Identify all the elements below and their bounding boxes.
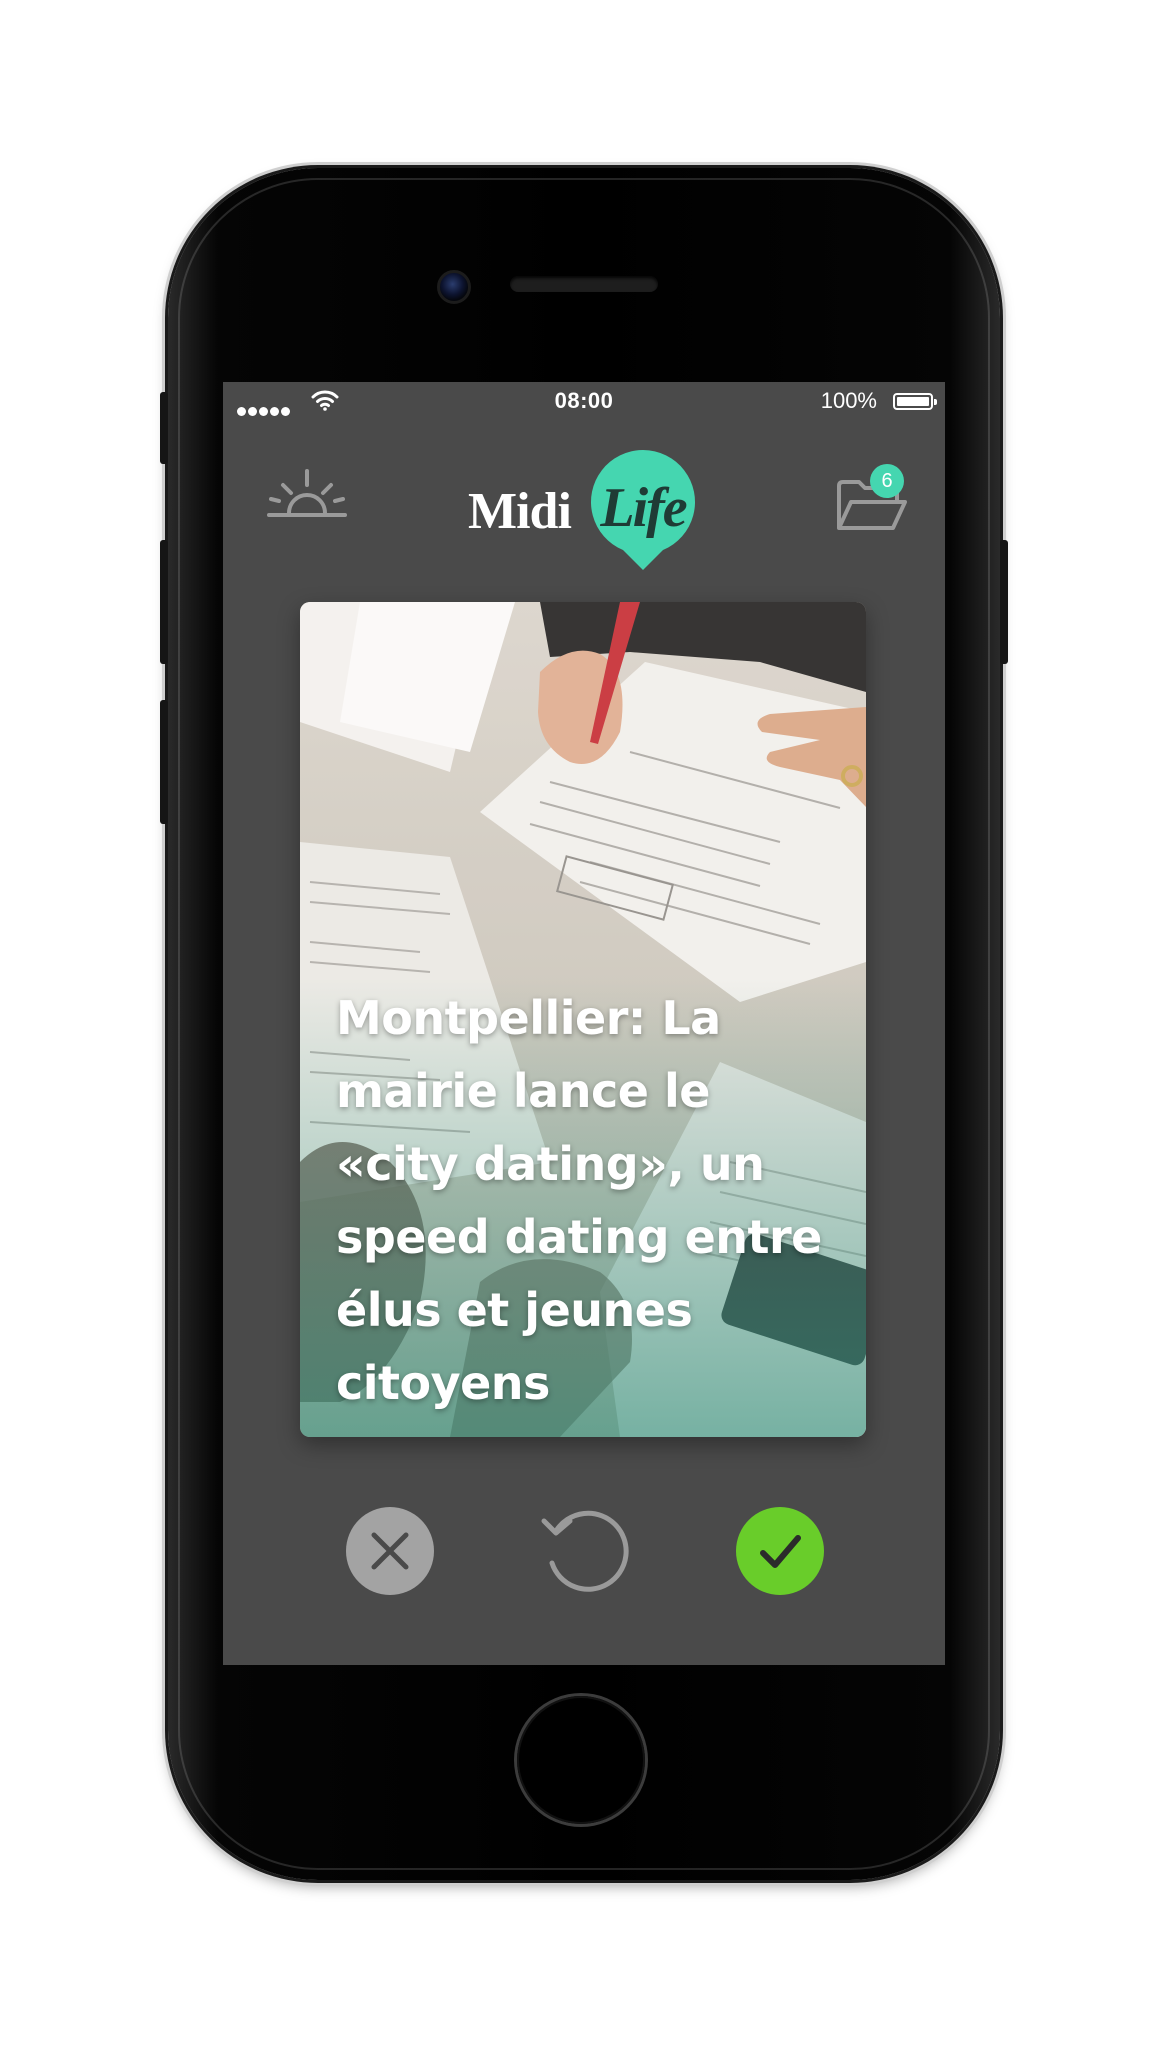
front-camera xyxy=(437,270,471,304)
volume-up-button xyxy=(160,540,168,664)
undo-icon xyxy=(541,1510,629,1592)
sunrise-icon[interactable] xyxy=(267,467,347,525)
logo-word-life: Life xyxy=(600,477,687,539)
status-bar: 08:00 100% xyxy=(223,382,945,420)
volume-down-button xyxy=(160,700,168,824)
mute-switch xyxy=(160,392,168,464)
battery-icon xyxy=(893,393,937,410)
article-title: Montpellier: La mairie lance le «city da… xyxy=(336,991,822,1410)
home-button[interactable] xyxy=(517,1696,645,1824)
logo-word-midi: Midi xyxy=(468,483,572,540)
battery-percent: 100% xyxy=(820,388,877,413)
earpiece-speaker xyxy=(510,276,658,292)
article-card[interactable]: Montpellier: La mairie lance le «city da… xyxy=(300,602,866,1437)
app-logo: Midi Life xyxy=(468,450,698,570)
power-button xyxy=(1000,540,1008,664)
reject-button[interactable] xyxy=(346,1507,434,1595)
app-screen: 08:00 100% Midi Life 6 Montpellier: La m… xyxy=(223,382,945,1665)
saved-count-badge: 6 xyxy=(870,464,904,498)
accept-button[interactable] xyxy=(736,1507,824,1595)
undo-button[interactable] xyxy=(536,1503,632,1599)
